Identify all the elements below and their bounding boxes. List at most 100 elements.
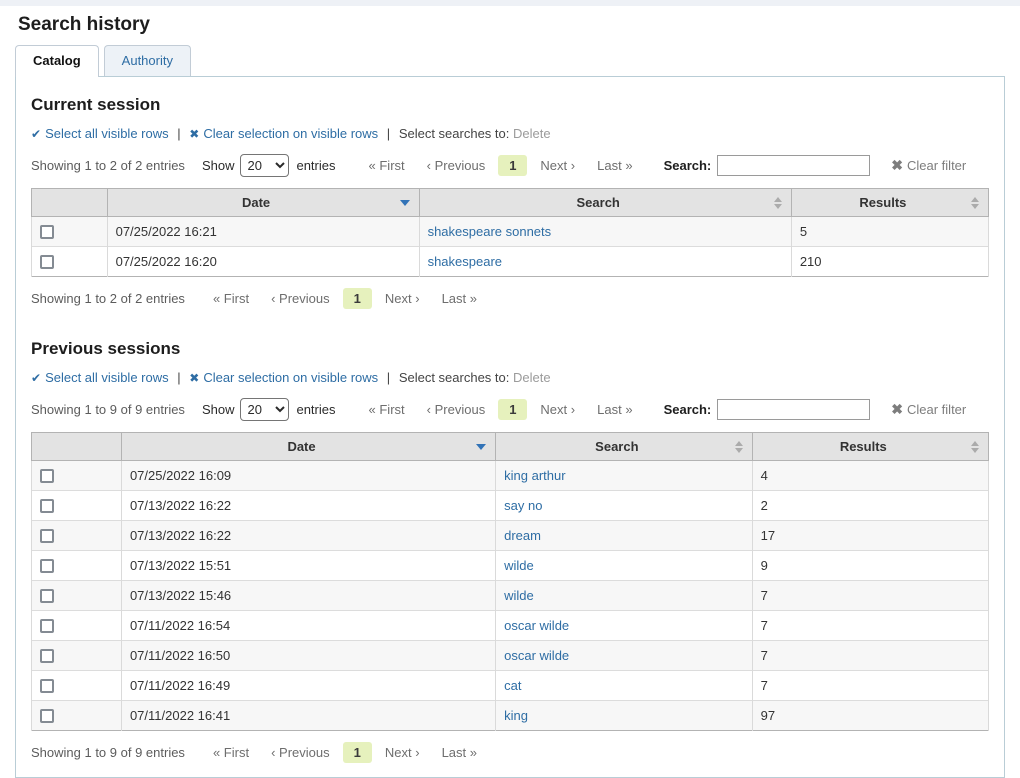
chevron-left-icon: ‹ (271, 291, 275, 306)
search-link[interactable]: king arthur (504, 468, 565, 483)
pagination-first-button[interactable]: « First (204, 288, 258, 309)
checkbox-cell (32, 641, 122, 671)
date-column-header[interactable]: Date (121, 433, 495, 461)
show-label: Show (202, 402, 235, 417)
search-input[interactable] (717, 155, 870, 176)
clear-selection-link[interactable]: ✖Clear selection on visible rows (189, 370, 378, 385)
pagination-previous-button[interactable]: ‹ Previous (262, 288, 339, 309)
chevrons-right-icon: » (470, 291, 477, 306)
select-all-link[interactable]: ✔Select all visible rows (31, 126, 169, 141)
search-link[interactable]: wilde (504, 588, 534, 603)
search-date: 07/11/2022 16:54 (121, 611, 495, 641)
row-checkbox[interactable] (40, 255, 54, 269)
search-link[interactable]: say no (504, 498, 542, 513)
section-heading-current: Current session (31, 95, 989, 115)
checkbox-cell (32, 611, 122, 641)
pagination-first-button[interactable]: « First (360, 399, 414, 420)
result-count: 9 (752, 551, 988, 581)
row-checkbox[interactable] (40, 529, 54, 543)
previous-sessions-section: Previous sessions ✔Select all visible ro… (31, 339, 989, 763)
result-count: 17 (752, 521, 988, 551)
search-link[interactable]: oscar wilde (504, 648, 569, 663)
pagination-first-button[interactable]: « First (360, 155, 414, 176)
pagination-page-1-button[interactable]: 1 (343, 288, 372, 309)
chevron-right-icon: › (571, 158, 575, 173)
table-row: 07/11/2022 16:49cat7 (32, 671, 989, 701)
delete-button[interactable]: Delete (513, 126, 551, 141)
entries-label: entries (296, 402, 335, 417)
pagination-bottom: « First ‹ Previous 1 Next › Last » (202, 288, 488, 309)
search-cell: oscar wilde (496, 611, 752, 641)
search-date: 07/13/2022 16:22 (121, 521, 495, 551)
search-link[interactable]: oscar wilde (504, 618, 569, 633)
pagination-last-button[interactable]: Last » (433, 742, 486, 763)
row-checkbox[interactable] (40, 709, 54, 723)
clear-filter-button[interactable]: ✖Clear filter (891, 157, 966, 174)
pagination-next-button[interactable]: Next › (531, 399, 584, 420)
table-row: 07/25/2022 16:21shakespeare sonnets5 (32, 217, 989, 247)
search-link[interactable]: dream (504, 528, 541, 543)
row-checkbox[interactable] (40, 469, 54, 483)
search-link[interactable]: wilde (504, 558, 534, 573)
row-checkbox[interactable] (40, 499, 54, 513)
cross-icon: ✖ (189, 127, 199, 141)
search-link[interactable]: king (504, 708, 528, 723)
clear-selection-link[interactable]: ✖Clear selection on visible rows (189, 126, 378, 141)
tab-authority[interactable]: Authority (104, 45, 191, 76)
tab-catalog[interactable]: Catalog (15, 45, 99, 77)
results-column-header[interactable]: Results (791, 189, 988, 217)
sort-descending-icon (476, 444, 486, 450)
row-checkbox[interactable] (40, 619, 54, 633)
pagination-previous-button[interactable]: ‹ Previous (418, 399, 495, 420)
pagination-next-button[interactable]: Next › (531, 155, 584, 176)
pagination-page-1-button[interactable]: 1 (498, 155, 527, 176)
page-size-select[interactable]: 20 (240, 398, 289, 421)
section-heading-previous: Previous sessions (31, 339, 989, 359)
pagination-last-button[interactable]: Last » (433, 288, 486, 309)
search-link[interactable]: shakespeare sonnets (428, 224, 552, 239)
search-date: 07/11/2022 16:41 (121, 701, 495, 731)
pagination-top: « First ‹ Previous 1 Next › Last » (358, 155, 644, 176)
search-cell: cat (496, 671, 752, 701)
date-column-header[interactable]: Date (107, 189, 419, 217)
pagination-next-button[interactable]: Next › (376, 288, 429, 309)
result-count: 5 (791, 217, 988, 247)
delete-button[interactable]: Delete (513, 370, 551, 385)
chevrons-right-icon: » (625, 158, 632, 173)
pagination-next-button[interactable]: Next › (376, 742, 429, 763)
row-checkbox[interactable] (40, 225, 54, 239)
search-link[interactable]: cat (504, 678, 521, 693)
pagination-previous-button[interactable]: ‹ Previous (418, 155, 495, 176)
row-checkbox[interactable] (40, 559, 54, 573)
result-count: 2 (752, 491, 988, 521)
search-column-header[interactable]: Search (496, 433, 752, 461)
pagination-last-button[interactable]: Last » (588, 155, 641, 176)
clear-filter-button[interactable]: ✖Clear filter (891, 401, 966, 418)
result-count: 97 (752, 701, 988, 731)
search-cell: wilde (496, 551, 752, 581)
entries-label: entries (296, 158, 335, 173)
cross-icon: ✖ (189, 371, 199, 385)
search-date: 07/13/2022 16:22 (121, 491, 495, 521)
row-checkbox[interactable] (40, 649, 54, 663)
search-date: 07/25/2022 16:20 (107, 247, 419, 277)
previous-sessions-table: Date Search Results 07/25/2022 16:09king… (31, 432, 989, 731)
select-all-link[interactable]: ✔Select all visible rows (31, 370, 169, 385)
pagination-previous-button[interactable]: ‹ Previous (262, 742, 339, 763)
page-size-select[interactable]: 20 (240, 154, 289, 177)
pagination-page-1-button[interactable]: 1 (498, 399, 527, 420)
chevron-right-icon: › (415, 745, 419, 760)
sort-descending-icon (400, 200, 410, 206)
top-strip (0, 0, 1020, 6)
search-link[interactable]: shakespeare (428, 254, 502, 269)
row-checkbox[interactable] (40, 589, 54, 603)
row-checkbox[interactable] (40, 679, 54, 693)
results-column-header[interactable]: Results (752, 433, 988, 461)
pagination-first-button[interactable]: « First (204, 742, 258, 763)
pagination-page-1-button[interactable]: 1 (343, 742, 372, 763)
search-date: 07/13/2022 15:46 (121, 581, 495, 611)
pagination-last-button[interactable]: Last » (588, 399, 641, 420)
search-input[interactable] (717, 399, 870, 420)
search-column-header[interactable]: Search (419, 189, 791, 217)
table-row: 07/13/2022 16:22 dream 17 (32, 521, 989, 551)
